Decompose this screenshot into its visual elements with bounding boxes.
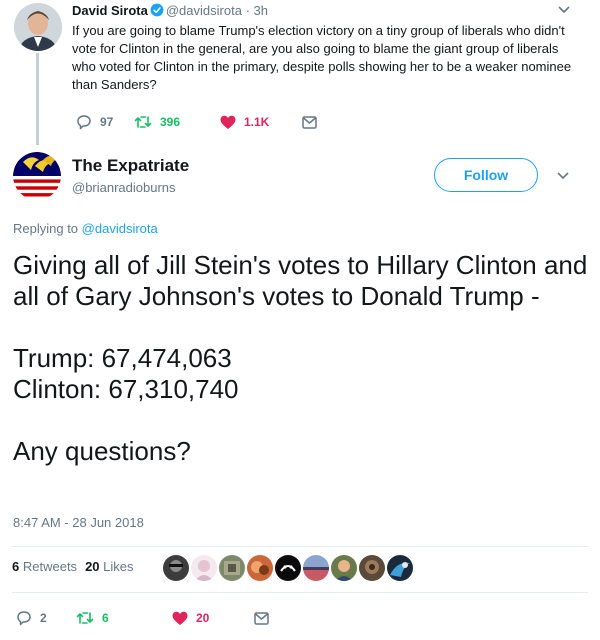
follow-button[interactable]: Follow — [434, 158, 538, 192]
retweet-icon — [76, 612, 94, 624]
retweet-button[interactable]: 6 — [76, 611, 172, 625]
main-author-handle[interactable]: @brianradioburns — [72, 180, 176, 195]
liker-avatar[interactable] — [387, 555, 413, 581]
tweet-line: Any questions? — [13, 436, 191, 466]
liker-avatar[interactable] — [247, 555, 273, 581]
reply-icon — [77, 115, 91, 130]
liker-avatar[interactable] — [219, 555, 245, 581]
liker-avatar[interactable] — [331, 555, 357, 581]
retweets-stat[interactable]: 6 Retweets — [12, 559, 77, 574]
like-count: 20 — [196, 611, 210, 625]
liker-avatar[interactable] — [191, 555, 217, 581]
dot-separator: · — [245, 3, 250, 18]
reply-icon — [17, 611, 31, 626]
likes-stat[interactable]: 20 Likes — [85, 559, 133, 574]
retweets-label: Retweets — [22, 559, 78, 574]
like-button[interactable]: 1.1K — [220, 115, 302, 130]
chevron-down-icon[interactable] — [558, 6, 570, 14]
main-actions: 2 6 20 — [16, 610, 269, 626]
liker-avatar[interactable] — [359, 555, 385, 581]
replying-to: Replying to @davidsirota — [13, 221, 158, 236]
retweet-count: 6 — [102, 611, 109, 625]
heart-icon — [172, 611, 188, 625]
parent-tweet: David Sirota @davidsirota · 3h If you are… — [0, 0, 600, 145]
verified-badge-icon — [150, 3, 164, 17]
like-button[interactable]: 20 — [172, 611, 254, 626]
main-tweet-text: Giving all of Jill Stein's votes to Hill… — [13, 250, 588, 467]
parent-tweet-text: If you are going to blame Trump's electi… — [72, 23, 572, 92]
liker-avatar[interactable] — [275, 555, 301, 581]
tweet-timestamp[interactable]: 8:47 AM - 28 Jun 2018 — [13, 515, 144, 530]
reply-count: 97 — [100, 115, 114, 129]
main-avatar[interactable] — [13, 152, 61, 200]
liker-avatars — [163, 555, 415, 581]
main-author-name[interactable]: The Expatriate — [72, 156, 189, 176]
retweet-button[interactable]: 396 — [134, 115, 220, 129]
heart-icon — [220, 115, 236, 129]
parent-header: David Sirota @davidsirota · 3h — [72, 3, 268, 18]
retweet-total: 6 — [12, 559, 20, 574]
likes-label: Likes — [103, 559, 134, 574]
chevron-down-icon[interactable] — [557, 172, 569, 180]
envelope-icon — [302, 115, 317, 129]
tweet-line: Trump: 67,474,063 — [13, 343, 232, 373]
parent-author-handle[interactable]: @davidsirota — [166, 3, 242, 18]
like-count: 1.1K — [244, 115, 270, 129]
retweet-count: 396 — [160, 115, 181, 129]
parent-time[interactable]: 3h — [254, 3, 268, 18]
parent-actions: 97 396 1.1K — [76, 114, 317, 130]
parent-author-name[interactable]: David Sirota — [72, 3, 148, 18]
liker-avatar[interactable] — [163, 555, 189, 581]
divider — [12, 546, 588, 547]
retweet-icon — [134, 116, 152, 128]
parent-avatar[interactable] — [14, 3, 62, 51]
divider — [12, 592, 588, 593]
replying-to-link[interactable]: @davidsirota — [82, 221, 158, 236]
tweet-line: Giving all of Jill Stein's votes to Hill… — [13, 250, 588, 311]
reply-button[interactable]: 2 — [16, 610, 76, 626]
tweet-line: Clinton: 67,310,740 — [13, 374, 239, 404]
reply-count: 2 — [40, 611, 47, 625]
thread-line — [36, 53, 39, 145]
message-button[interactable] — [254, 611, 269, 625]
message-button[interactable] — [302, 115, 317, 129]
like-total: 20 — [85, 559, 100, 574]
reply-button[interactable]: 97 — [76, 114, 134, 130]
replying-prefix: Replying to — [13, 221, 79, 236]
engagement-stats: 6 Retweets 20 Likes — [12, 559, 134, 574]
liker-avatar[interactable] — [303, 555, 329, 581]
envelope-icon — [254, 611, 269, 625]
